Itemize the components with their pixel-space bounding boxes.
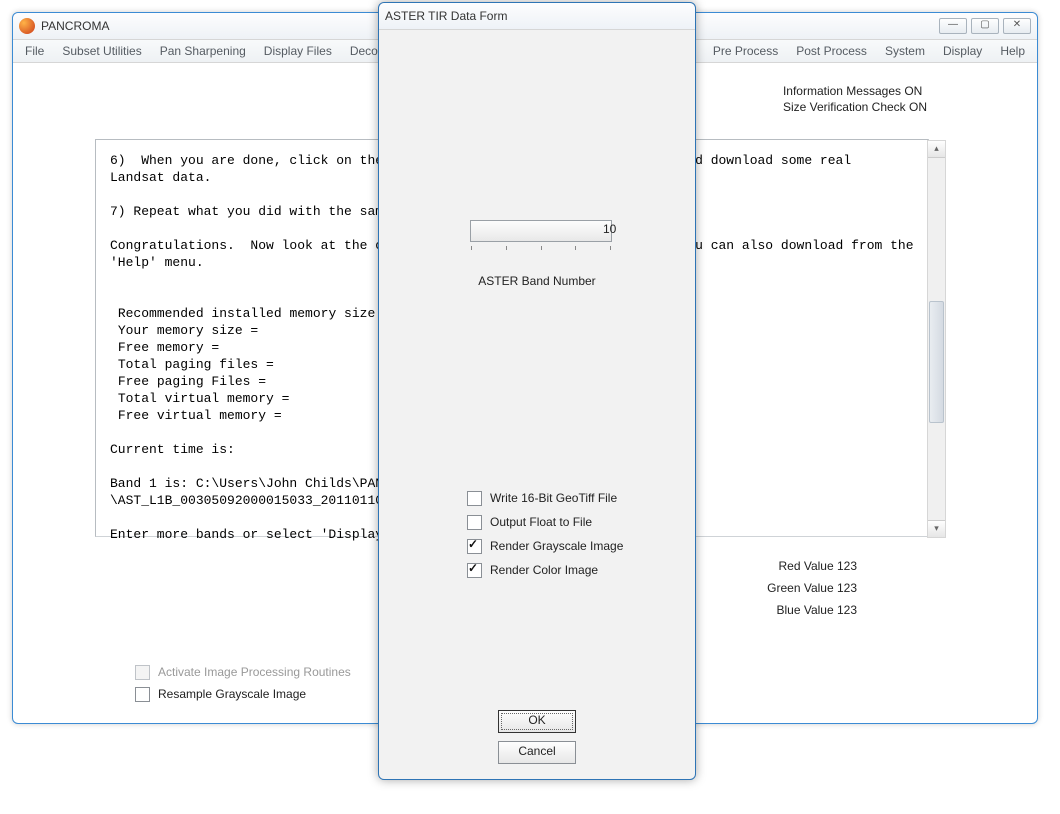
resample-grayscale-label: Resample Grayscale Image [158, 687, 306, 701]
slider-ticks [471, 245, 611, 250]
status-size-verification: Size Verification Check ON [783, 99, 927, 115]
dialog-titlebar: ASTER TIR Data Form [379, 3, 695, 30]
slider-value: 10 [603, 222, 616, 236]
slider-label: ASTER Band Number [379, 274, 695, 288]
slider-track[interactable] [470, 220, 612, 242]
menu-subset-utilities[interactable]: Subset Utilities [54, 44, 149, 58]
menu-display[interactable]: Display [935, 44, 990, 58]
menu-system[interactable]: System [877, 44, 933, 58]
window-controls: — ▢ ✕ [939, 18, 1031, 34]
render-grayscale-checkbox[interactable] [467, 539, 482, 554]
menu-pan-sharpening[interactable]: Pan Sharpening [152, 44, 254, 58]
aster-tir-dialog: ASTER TIR Data Form 10 ASTER Band Number… [378, 2, 696, 780]
menu-pre-process[interactable]: Pre Process [705, 44, 786, 58]
dialog-title: ASTER TIR Data Form [385, 9, 689, 23]
render-color-checkbox[interactable] [467, 563, 482, 578]
resample-grayscale-checkbox[interactable] [135, 687, 150, 702]
rgb-values: Red Value 123 Green Value 123 Blue Value… [767, 555, 857, 621]
menu-post-process[interactable]: Post Process [788, 44, 875, 58]
vertical-scrollbar[interactable]: ▴ ▾ [927, 140, 946, 538]
bottom-checks: Activate Image Processing Routines Resam… [135, 661, 351, 705]
dialog-buttons: OK Cancel [379, 706, 695, 768]
menu-file[interactable]: File [17, 44, 52, 58]
ok-button[interactable]: OK [498, 710, 576, 733]
output-float-label: Output Float to File [490, 515, 592, 529]
cancel-button[interactable]: Cancel [498, 741, 576, 764]
status-info-messages: Information Messages ON [783, 83, 927, 99]
output-float-checkbox[interactable] [467, 515, 482, 530]
menu-display-files[interactable]: Display Files [256, 44, 340, 58]
write-geotiff-checkbox[interactable] [467, 491, 482, 506]
green-value: Green Value 123 [767, 577, 857, 599]
activate-routines-checkbox [135, 665, 150, 680]
dialog-body: 10 ASTER Band Number Write 16-Bit GeoTif… [379, 30, 695, 780]
modal-checks: Write 16-Bit GeoTiff File Output Float t… [467, 486, 623, 582]
maximize-button[interactable]: ▢ [971, 18, 999, 34]
red-value: Red Value 123 [767, 555, 857, 577]
close-button[interactable]: ✕ [1003, 18, 1031, 34]
app-icon [19, 18, 35, 34]
blue-value: Blue Value 123 [767, 599, 857, 621]
activate-routines-label: Activate Image Processing Routines [158, 665, 351, 679]
write-geotiff-label: Write 16-Bit GeoTiff File [490, 491, 617, 505]
menu-help[interactable]: Help [992, 44, 1033, 58]
render-grayscale-label: Render Grayscale Image [490, 539, 623, 553]
scroll-up-icon[interactable]: ▴ [928, 141, 945, 158]
render-color-label: Render Color Image [490, 563, 598, 577]
status-lines: Information Messages ON Size Verificatio… [783, 83, 927, 115]
minimize-button[interactable]: — [939, 18, 967, 34]
scroll-thumb[interactable] [929, 301, 944, 423]
scroll-down-icon[interactable]: ▾ [928, 520, 945, 537]
